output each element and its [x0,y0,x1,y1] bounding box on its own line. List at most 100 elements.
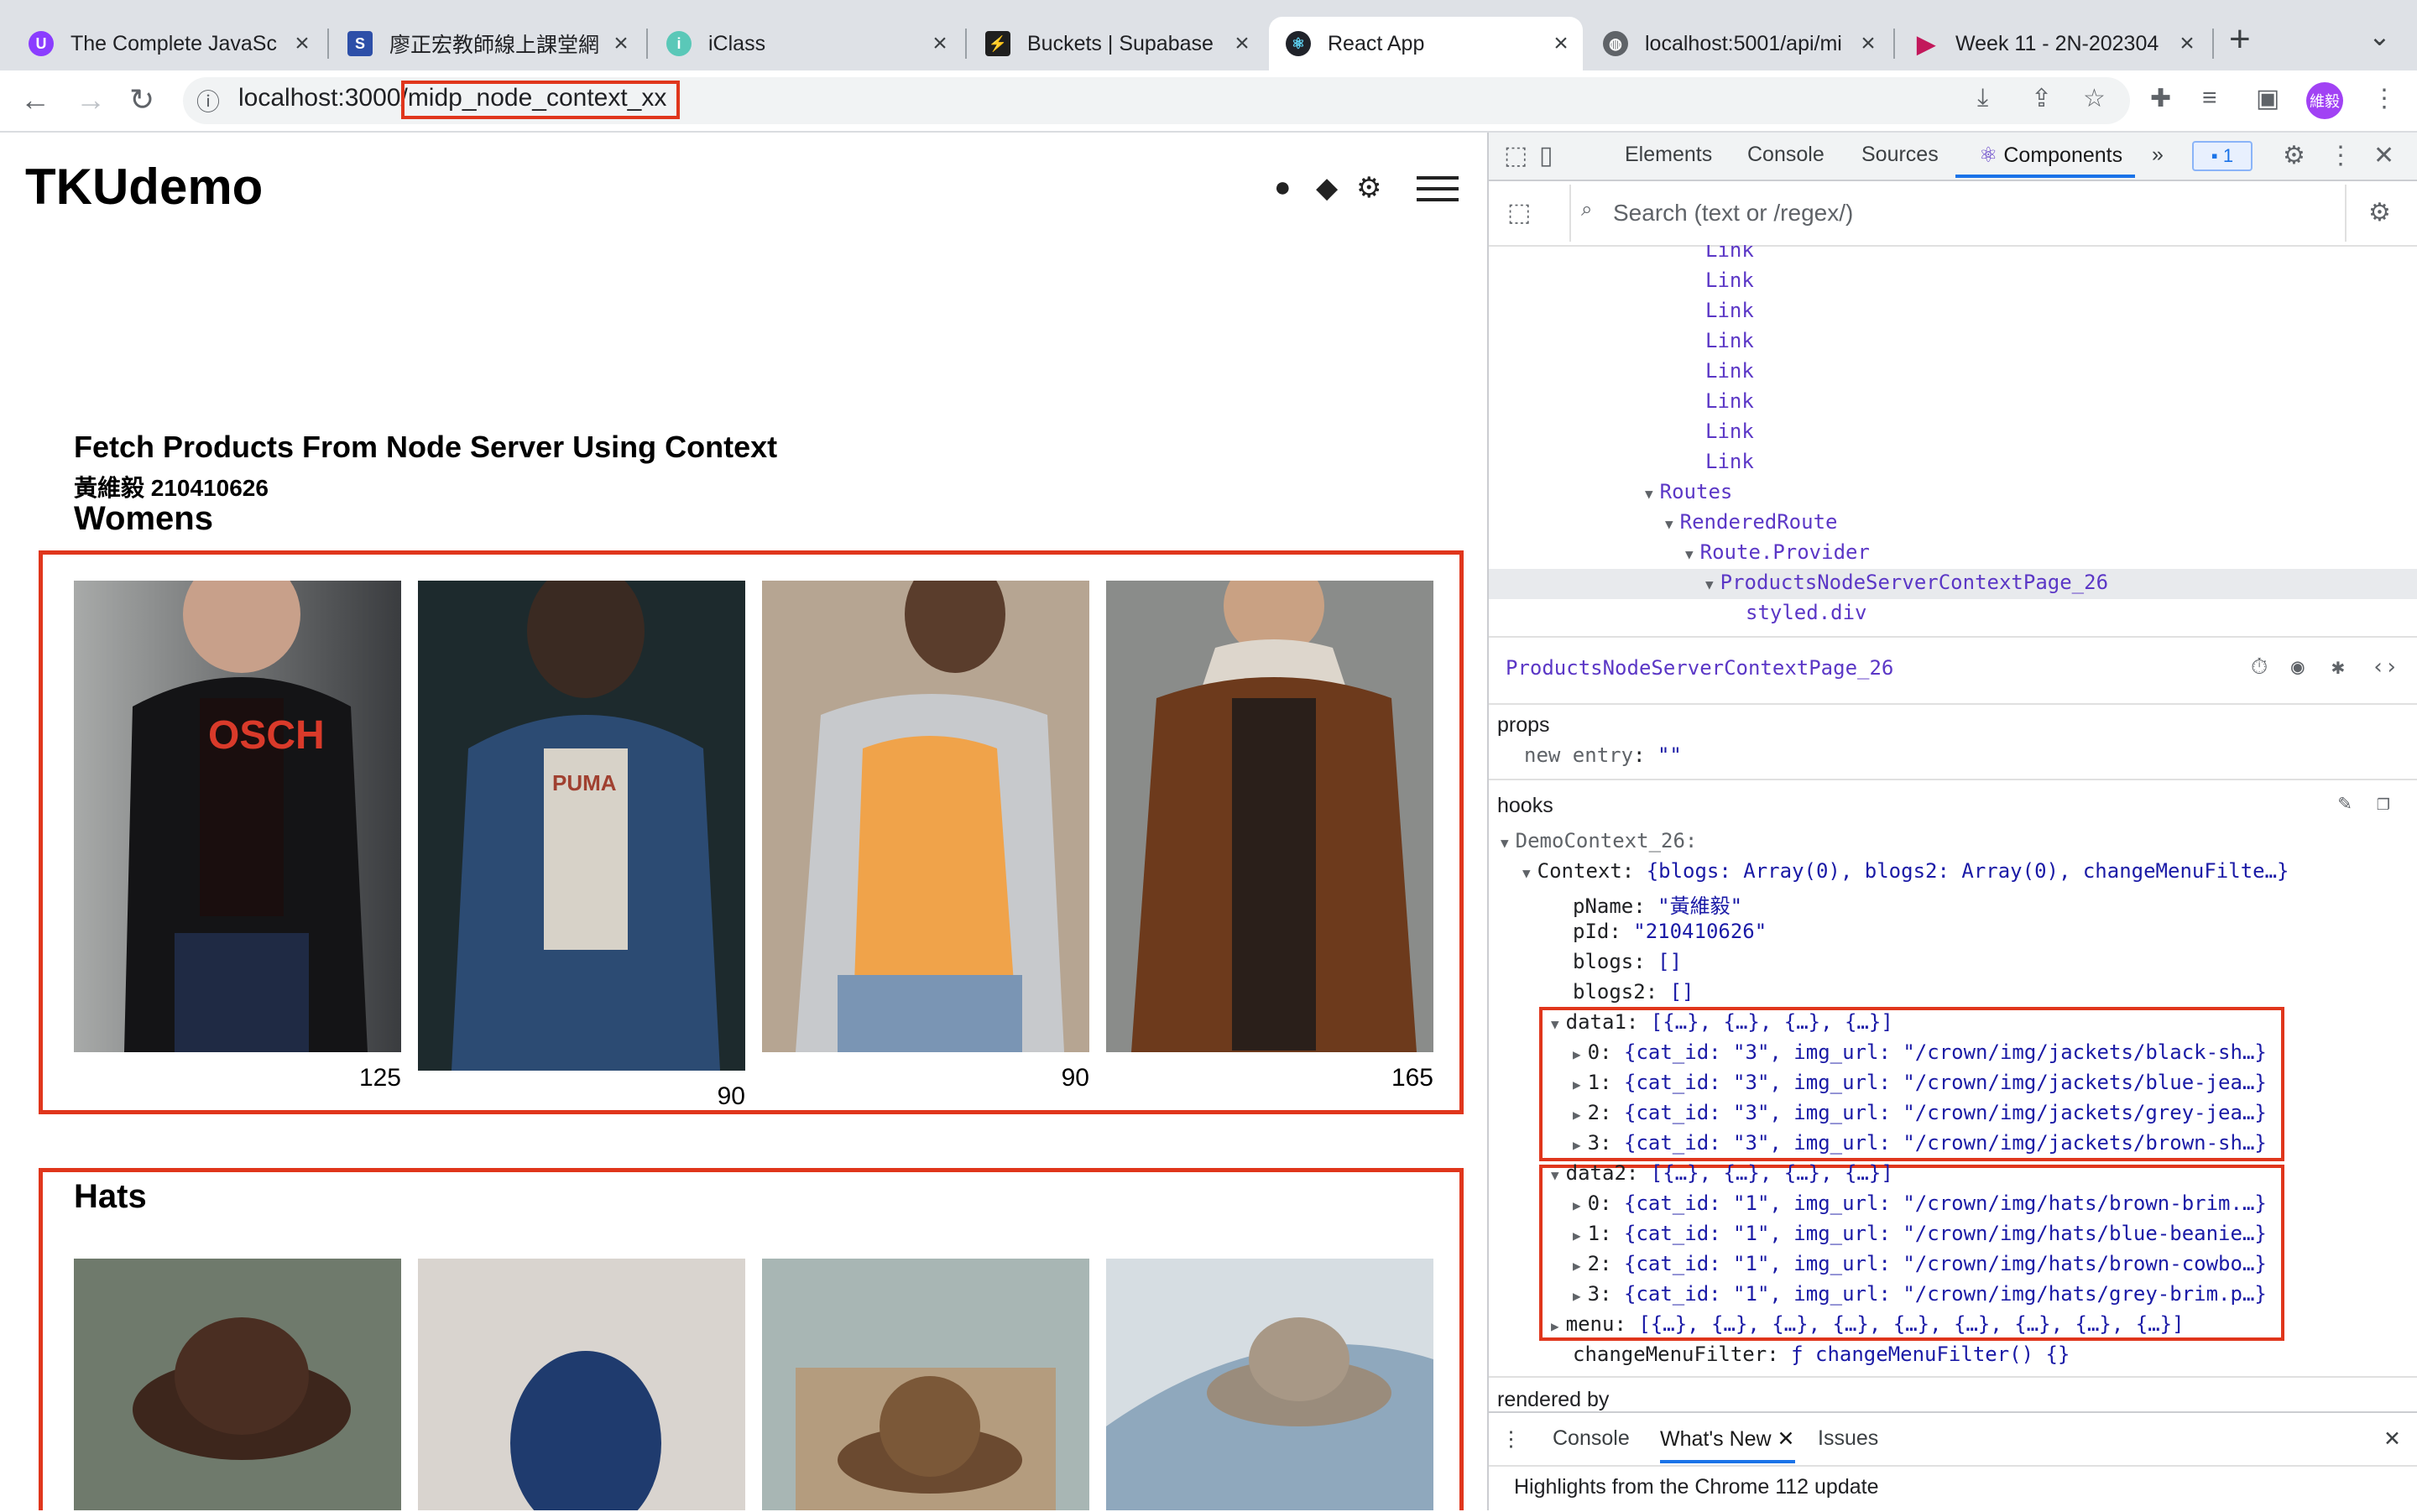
issues-badge[interactable]: ▪ 1 [2192,141,2253,171]
close-tab-icon[interactable]: × [2172,29,2202,58]
tree-node[interactable]: Link [1705,329,1754,352]
install-app-icon[interactable]: ⤓ [1977,84,1988,112]
close-tab-icon[interactable]: × [925,29,955,58]
product-card[interactable]: 90 [762,555,1089,1092]
data2-item[interactable]: ▶ 3: {cat_id: "1", img_url: "/crown/img/h… [1573,1282,2267,1306]
data1-row[interactable]: ▼ data1: [{…}, {…}, {…}, {…}] [1551,1010,1893,1034]
close-tab-icon[interactable]: × [1546,29,1576,58]
product-image-grey-brim-hat[interactable] [1106,1259,1433,1510]
data2-item[interactable]: ▶ 1: {cat_id: "1", img_url: "/crown/img/h… [1573,1222,2267,1245]
close-tab-icon[interactable]: × [1227,29,1257,58]
profile-avatar[interactable]: 維毅 [2306,82,2343,119]
reload-icon[interactable]: ↻ [129,82,154,117]
data1-item[interactable]: ▶ 1: {cat_id: "3", img_url: "/crown/img/j… [1573,1071,2267,1094]
back-arrow-icon[interactable]: ← [20,82,50,117]
data2-item[interactable]: ▶ 2: {cat_id: "1", img_url: "/crown/img/h… [1573,1252,2267,1275]
product-card[interactable]: OSCH 125 [74,555,401,1092]
close-drawer-tab-icon[interactable]: ✕ [1778,1427,1795,1451]
tab-classroom[interactable]: S 廖正宏教師線上課堂網 × [331,17,643,70]
tree-node-routes[interactable]: ▼ Routes [1645,480,1732,503]
tab-week11[interactable]: ▶ Week 11 - 2N-202304 × [1897,17,2209,70]
new-tab-button[interactable]: + [2229,18,2251,60]
tab-search-chevron-icon[interactable]: ⌄ [2368,20,2391,52]
magic-wand-icon[interactable]: ✎ [2338,790,2352,816]
tree-node[interactable]: Link [1705,245,1754,262]
menu-row[interactable]: ▶ menu: [{…}, {…}, {…}, {…}, {…}, {…}, {…… [1551,1312,2185,1336]
component-settings-icon[interactable]: ⚙ [2368,198,2391,227]
stopwatch-icon[interactable]: ⏱ [2251,654,2268,680]
tab-localhost-api[interactable]: ◍ localhost:5001/api/mi × [1586,17,1890,70]
close-tab-icon[interactable]: × [287,29,317,58]
product-card[interactable] [762,1259,1089,1510]
product-card[interactable]: PUMA 90 [418,564,745,1110]
side-panel-icon[interactable]: ▣ [2256,84,2279,113]
product-card[interactable] [1106,1259,1433,1510]
tree-node-selected[interactable]: ▼ ProductsNodeServerContextPage_26 [1489,569,2417,599]
tree-node[interactable]: Link [1705,269,1754,292]
settings-gear-icon[interactable]: ⚙ [1356,171,1381,205]
tab-components[interactable]: ⚛ Components [1979,143,2122,168]
tree-node-rendered-route[interactable]: ▼ RenderedRoute [1665,510,1837,534]
hook-row[interactable]: ▼ DemoContext_26: [1501,829,1697,852]
blogs2-row[interactable]: blogs2: [] [1573,980,1694,1004]
tree-node[interactable]: Link [1705,299,1754,322]
tree-node[interactable]: Link [1705,450,1754,473]
bug-icon[interactable]: ✱ [2331,654,2345,680]
prop-row[interactable]: new entry: "" [1524,743,1682,767]
blogs-row[interactable]: blogs: [] [1573,950,1682,973]
pid-row[interactable]: pId: "210410626" [1573,920,1767,943]
git-icon[interactable]: ◆ [1316,171,1338,205]
pname-row[interactable]: pName: "黃維毅" [1573,889,1742,919]
inspect-element-icon[interactable]: ⬚ [1504,141,1527,170]
tree-node[interactable]: styled.div [1746,601,1867,624]
select-component-icon[interactable]: ⬚ [1507,198,1531,227]
tab-elements[interactable]: Elements [1625,143,1712,167]
extensions-puzzle-icon[interactable]: ✚ [2150,84,2171,113]
product-card[interactable]: 165 [1106,555,1433,1092]
site-brand[interactable]: TKUdemo [25,158,263,216]
tree-node[interactable]: Link [1705,359,1754,383]
view-source-icon[interactable]: ‹› [2372,654,2398,680]
expand-triangle-icon[interactable]: ▼ [1685,546,1694,562]
product-image-blue-jeans-jacket[interactable]: PUMA [418,564,745,1071]
change-menu-filter-row[interactable]: changeMenuFilter: ƒ changeMenuFilter() {… [1573,1343,2070,1366]
drawer-tab-whats-new[interactable]: What's New ✕ [1660,1426,1795,1463]
data2-row[interactable]: ▼ data2: [{…}, {…}, {…}, {…}] [1551,1161,1893,1185]
tree-node-route-provider[interactable]: ▼ Route.Provider [1685,540,1870,564]
bookmark-star-icon[interactable]: ☆ [2083,84,2106,113]
media-queue-icon[interactable]: ≡ [2202,84,2217,112]
hamburger-menu-icon[interactable] [1417,176,1459,209]
product-image-brown-shearling[interactable] [1106,555,1433,1052]
data2-item[interactable]: ▶ 0: {cat_id: "1", img_url: "/crown/img/h… [1573,1191,2267,1215]
site-info-icon[interactable]: ⓘ [196,84,220,117]
drawer-tab-issues[interactable]: Issues [1818,1426,1878,1451]
product-image-grey-jeans-jacket[interactable] [762,555,1089,1052]
data1-item[interactable]: ▶ 2: {cat_id: "3", img_url: "/crown/img/j… [1573,1101,2267,1124]
tab-iclass[interactable]: i iClass × [650,17,962,70]
tab-react-app[interactable]: ⚛ React App × [1269,17,1583,70]
eye-icon[interactable]: ◉ [2291,654,2305,680]
product-image-black-jacket[interactable]: OSCH [74,555,401,1052]
tab-javascript-course[interactable]: U The Complete JavaSc × [12,17,324,70]
drawer-menu-icon[interactable]: ⋮ [1501,1426,1522,1452]
device-toolbar-icon[interactable]: ▯ [1539,141,1553,170]
github-icon[interactable]: ● [1274,171,1292,204]
product-card[interactable] [74,1259,401,1510]
drawer-tab-console[interactable]: Console [1553,1426,1630,1451]
devtools-menu-icon[interactable]: ⋮ [2328,141,2353,170]
tab-supabase[interactable]: ⚡ Buckets | Supabase × [968,17,1264,70]
tab-console[interactable]: Console [1747,143,1824,167]
forward-arrow-icon[interactable]: → [76,82,106,117]
component-search-input[interactable]: Search (text or /regex/) [1613,200,1853,227]
copy-icon[interactable]: ❐ [2377,790,2390,816]
close-drawer-icon[interactable]: ✕ [2383,1426,2401,1452]
product-image-brown-brim-hat[interactable] [74,1259,401,1510]
expand-triangle-icon[interactable]: ▼ [1705,576,1714,592]
product-image-brown-cowboy-hat[interactable] [762,1259,1089,1510]
tree-node[interactable]: Link [1705,420,1754,443]
tree-node[interactable]: Link [1705,389,1754,413]
devtools-settings-icon[interactable]: ⚙ [2283,141,2305,170]
data1-item[interactable]: ▶ 0: {cat_id: "3", img_url: "/crown/img/j… [1573,1040,2267,1064]
product-image-blue-beanie[interactable] [418,1259,745,1510]
browser-menu-icon[interactable]: ⋮ [2372,84,2397,113]
